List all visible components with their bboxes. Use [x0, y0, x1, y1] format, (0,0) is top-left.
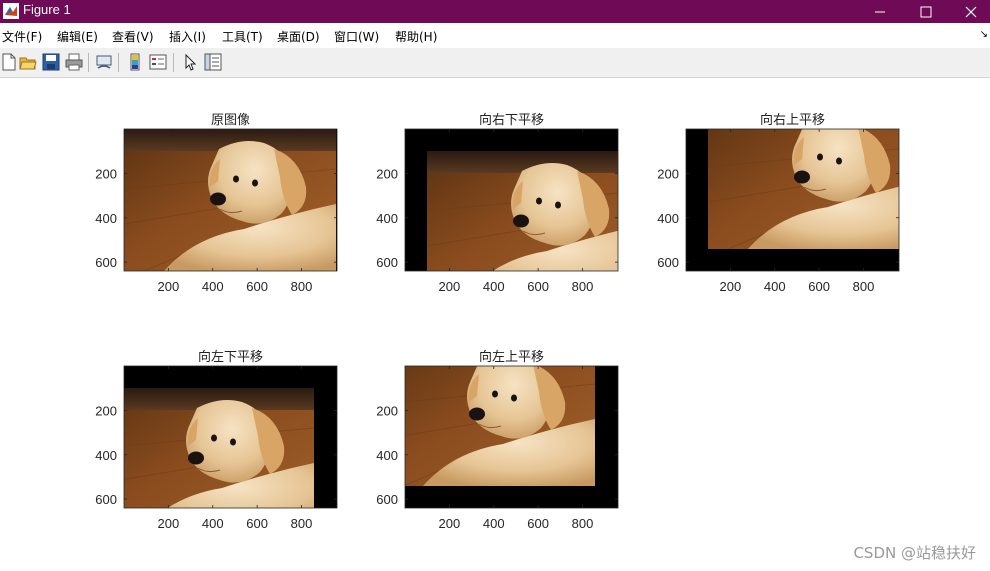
image-axes[interactable]: 200 400 600 800 200 400 600 — [365, 126, 635, 301]
new-figure-button[interactable] — [0, 53, 18, 71]
menu-tools[interactable]: 工具(T) — [222, 28, 263, 45]
x-tick-label: 800 — [853, 279, 875, 294]
dog-image — [405, 366, 596, 487]
minimize-button[interactable] — [857, 0, 903, 23]
y-tick-label: 200 — [376, 403, 398, 418]
new-figure-icon — [2, 53, 16, 71]
axes-group: 200 400 600 800 200 400 600 — [95, 365, 338, 531]
y-tick-label: 200 — [95, 166, 117, 181]
figure-toolbar — [0, 48, 990, 78]
maximize-button[interactable] — [903, 0, 949, 23]
y-tick-label: 600 — [657, 255, 679, 270]
toolbar-separator — [88, 53, 89, 72]
image-content — [124, 129, 337, 271]
y-tick-label: 600 — [95, 255, 117, 270]
x-tick-label: 200 — [439, 279, 461, 294]
colorbar-icon — [130, 53, 140, 71]
menu-window[interactable]: 窗口(W) — [334, 28, 379, 45]
minimize-icon — [875, 11, 885, 13]
image-content — [686, 129, 899, 271]
matlab-logo-icon — [3, 3, 19, 19]
y-tick-label: 400 — [657, 211, 679, 226]
y-tick-label: 600 — [376, 492, 398, 507]
image-content — [405, 366, 618, 508]
axes-group: 200 400 600 800 200 400 600 — [657, 128, 900, 294]
toolbar-separator — [118, 53, 119, 72]
print-button[interactable] — [65, 53, 83, 71]
x-tick-label: 800 — [572, 516, 594, 531]
image-axes[interactable]: 200 400 600 800 200 400 600 — [365, 363, 635, 538]
y-tick-label: 400 — [376, 211, 398, 226]
y-tick-label: 600 — [95, 492, 117, 507]
link-plot-button[interactable] — [95, 53, 113, 71]
edit-plot-button[interactable] — [181, 53, 199, 71]
menu-file[interactable]: 文件(F) — [2, 28, 42, 45]
x-tick-label: 800 — [572, 279, 594, 294]
link-plot-icon — [96, 55, 112, 69]
menu-desktop[interactable]: 桌面(D) — [277, 28, 320, 45]
x-tick-label: 800 — [291, 279, 313, 294]
y-tick-label: 400 — [376, 448, 398, 463]
open-file-icon — [19, 57, 37, 70]
x-tick-label: 600 — [246, 279, 268, 294]
y-tick-label: 600 — [376, 255, 398, 270]
x-tick-label: 200 — [158, 516, 180, 531]
edit-plot-arrow-icon — [185, 53, 197, 71]
dog-image — [426, 150, 618, 271]
y-tick-label: 200 — [95, 403, 117, 418]
image-axes[interactable]: 200 400 600 800 200 400 600 — [646, 126, 916, 301]
save-icon — [42, 53, 60, 71]
maximize-icon — [920, 6, 932, 18]
menu-bar: 文件(F) 编辑(E) 查看(V) 插入(I) 工具(T) 桌面(D) 窗口(W… — [0, 23, 990, 48]
x-tick-label: 200 — [720, 279, 742, 294]
x-tick-label: 600 — [527, 516, 549, 531]
axes-group: 200 400 600 800 200 400 600 — [95, 128, 338, 294]
property-inspector-icon — [204, 53, 222, 71]
legend-icon — [149, 54, 167, 70]
close-icon — [965, 6, 977, 18]
open-file-button[interactable] — [19, 53, 37, 71]
menu-edit[interactable]: 编辑(E) — [57, 28, 98, 45]
menu-view[interactable]: 查看(V) — [112, 28, 154, 45]
image-axes[interactable]: 200 400 600 800 200 400 600 — [84, 126, 354, 301]
axes-group: 200 400 600 800 200 400 600 — [376, 365, 619, 531]
dog-image — [124, 129, 337, 271]
image-axes[interactable]: 200 400 600 800 200 400 600 — [84, 363, 354, 538]
window-title-bar[interactable]: Figure 1 — [0, 0, 990, 23]
image-content — [405, 129, 618, 271]
x-tick-label: 400 — [483, 279, 505, 294]
x-tick-label: 800 — [291, 516, 313, 531]
y-tick-label: 200 — [376, 166, 398, 181]
dog-image — [707, 129, 899, 250]
property-inspector-button[interactable] — [204, 53, 222, 71]
print-icon — [65, 53, 83, 71]
y-tick-label: 400 — [95, 448, 117, 463]
menu-help[interactable]: 帮助(H) — [395, 28, 437, 45]
x-tick-label: 600 — [808, 279, 830, 294]
x-tick-label: 400 — [202, 516, 224, 531]
legend-button[interactable] — [149, 53, 167, 71]
y-tick-label: 200 — [657, 166, 679, 181]
colorbar-button[interactable] — [126, 53, 144, 71]
x-tick-label: 200 — [158, 279, 180, 294]
x-tick-label: 600 — [527, 279, 549, 294]
dog-image — [124, 387, 315, 508]
x-tick-label: 400 — [202, 279, 224, 294]
dock-arrow-icon[interactable]: ↘ — [980, 29, 988, 40]
x-tick-label: 400 — [764, 279, 786, 294]
toolbar-separator — [173, 53, 174, 72]
watermark: CSDN @站稳扶好 — [853, 544, 976, 562]
save-button[interactable] — [42, 53, 60, 71]
axes-group: 200 400 600 800 200 400 600 — [376, 128, 619, 294]
x-tick-label: 200 — [439, 516, 461, 531]
x-tick-label: 400 — [483, 516, 505, 531]
y-tick-label: 400 — [95, 211, 117, 226]
close-button[interactable] — [948, 0, 990, 23]
x-tick-label: 600 — [246, 516, 268, 531]
menu-insert[interactable]: 插入(I) — [169, 28, 206, 45]
window-title: Figure 1 — [23, 2, 71, 17]
